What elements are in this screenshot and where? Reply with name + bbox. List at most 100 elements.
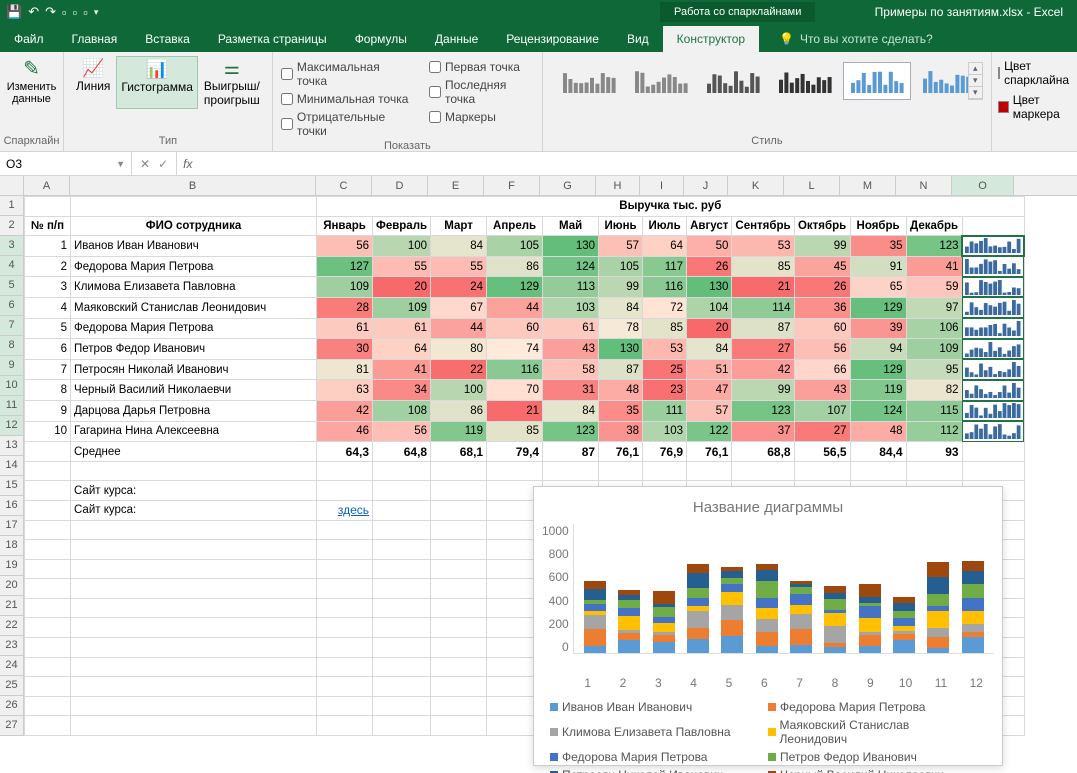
col-header[interactable]: M bbox=[840, 176, 896, 195]
enter-icon[interactable]: ✓ bbox=[158, 157, 168, 171]
tab-файл[interactable]: Файл bbox=[0, 26, 58, 52]
cell[interactable]: 48 bbox=[850, 421, 906, 442]
edit-data-button[interactable]: ✎ Изменить данные bbox=[7, 56, 57, 105]
cell[interactable] bbox=[317, 716, 373, 736]
style-preset[interactable] bbox=[915, 62, 968, 100]
cell[interactable] bbox=[71, 677, 317, 697]
col-header[interactable]: C bbox=[316, 176, 372, 195]
cell[interactable] bbox=[431, 520, 487, 540]
qat-icon[interactable]: ▫ bbox=[73, 5, 78, 20]
cell[interactable]: 1 bbox=[25, 236, 71, 257]
bar-segment[interactable] bbox=[962, 584, 984, 598]
cell[interactable]: 3 bbox=[25, 277, 71, 298]
cell[interactable]: 129 bbox=[487, 277, 543, 298]
cell[interactable]: 58 bbox=[543, 359, 599, 380]
cell[interactable]: 76,1 bbox=[687, 442, 732, 462]
row-header[interactable]: 9 bbox=[0, 356, 24, 376]
row-header[interactable]: 19 bbox=[0, 556, 24, 576]
checkbox-input[interactable] bbox=[281, 118, 293, 130]
cell[interactable]: 111 bbox=[643, 401, 687, 422]
bar-segment[interactable] bbox=[687, 639, 709, 653]
hyperlink[interactable]: здесь bbox=[338, 503, 369, 517]
bar-segment[interactable] bbox=[893, 603, 915, 612]
bar-segment[interactable] bbox=[824, 599, 846, 610]
cell[interactable]: 8 bbox=[25, 380, 71, 401]
row-header[interactable]: 22 bbox=[0, 616, 24, 636]
cell[interactable] bbox=[71, 716, 317, 736]
cell[interactable]: 27 bbox=[794, 421, 850, 442]
sparkline-cell[interactable] bbox=[962, 401, 1024, 422]
row-header[interactable]: 20 bbox=[0, 576, 24, 596]
cell[interactable]: 45 bbox=[794, 256, 850, 277]
col-header[interactable]: I bbox=[640, 176, 684, 195]
cell[interactable] bbox=[687, 461, 732, 481]
cell[interactable]: 4 bbox=[25, 297, 71, 318]
cell[interactable]: 9 bbox=[25, 401, 71, 422]
bar-segment[interactable] bbox=[721, 620, 743, 636]
cell[interactable]: 64,3 bbox=[317, 442, 373, 462]
cell[interactable]: 108 bbox=[373, 401, 431, 422]
bar-segment[interactable] bbox=[790, 594, 812, 605]
bar-segment[interactable] bbox=[618, 640, 640, 653]
cell[interactable] bbox=[487, 461, 543, 481]
cell[interactable] bbox=[373, 520, 431, 540]
sparkline-cell[interactable] bbox=[962, 297, 1024, 318]
cell[interactable]: 81 bbox=[317, 359, 373, 380]
bar-segment[interactable] bbox=[893, 618, 915, 626]
bar-segment[interactable] bbox=[653, 607, 675, 617]
cell[interactable]: 76,1 bbox=[599, 442, 643, 462]
bar-segment[interactable] bbox=[927, 628, 949, 636]
sparkline-cell[interactable] bbox=[962, 339, 1024, 360]
cell[interactable] bbox=[317, 461, 373, 481]
cell[interactable]: Иванов Иван Иванович bbox=[71, 236, 317, 257]
cell[interactable]: 35 bbox=[599, 401, 643, 422]
row-header[interactable]: 1 bbox=[0, 196, 24, 216]
bar-segment[interactable] bbox=[893, 611, 915, 618]
cell[interactable] bbox=[431, 638, 487, 658]
row-header[interactable]: 12 bbox=[0, 416, 24, 436]
sparkline-cell[interactable] bbox=[962, 277, 1024, 298]
cell[interactable] bbox=[317, 540, 373, 560]
cell[interactable]: 53 bbox=[732, 236, 794, 257]
bar-segment[interactable] bbox=[790, 587, 812, 594]
cell[interactable]: 99 bbox=[732, 380, 794, 401]
bar-segment[interactable] bbox=[824, 626, 846, 643]
cell[interactable]: 74 bbox=[487, 339, 543, 360]
cell[interactable]: 60 bbox=[794, 318, 850, 339]
cell[interactable]: 100 bbox=[431, 380, 487, 401]
bar-segment[interactable] bbox=[584, 604, 606, 612]
cell[interactable] bbox=[25, 618, 71, 638]
cell[interactable] bbox=[71, 598, 317, 618]
row-header[interactable]: 14 bbox=[0, 456, 24, 476]
cell[interactable] bbox=[543, 461, 599, 481]
formula-input[interactable] bbox=[198, 152, 1077, 175]
cell[interactable] bbox=[25, 657, 71, 677]
sparkline-cell[interactable] bbox=[962, 236, 1024, 257]
bar-segment[interactable] bbox=[618, 608, 640, 616]
style-preset[interactable] bbox=[699, 62, 767, 100]
checkbox-input[interactable] bbox=[429, 61, 441, 73]
cell[interactable]: 130 bbox=[543, 236, 599, 257]
checkbox-right[interactable]: Маркеры bbox=[429, 110, 534, 124]
cell[interactable]: здесь bbox=[317, 500, 373, 520]
qat-icon[interactable]: ▫ bbox=[83, 5, 88, 20]
cell[interactable]: 109 bbox=[373, 297, 431, 318]
cell[interactable] bbox=[25, 500, 71, 520]
col-header[interactable]: O bbox=[952, 176, 1014, 195]
style-gallery[interactable] bbox=[551, 56, 968, 106]
cell[interactable]: 26 bbox=[794, 277, 850, 298]
cell[interactable]: Сайт курса: bbox=[71, 481, 317, 501]
cell[interactable]: 55 bbox=[431, 256, 487, 277]
bar-segment[interactable] bbox=[584, 646, 606, 653]
tab-конструктор[interactable]: Конструктор bbox=[663, 26, 759, 52]
checkbox-right[interactable]: Первая точка bbox=[429, 60, 534, 74]
cell[interactable]: 72 bbox=[643, 297, 687, 318]
legend-item[interactable]: Федорова Мария Петрова bbox=[550, 750, 750, 764]
cell[interactable]: 129 bbox=[850, 359, 906, 380]
tab-вид[interactable]: Вид bbox=[613, 26, 663, 52]
cell[interactable]: 22 bbox=[431, 359, 487, 380]
bar-segment[interactable] bbox=[653, 623, 675, 632]
tab-данные[interactable]: Данные bbox=[421, 26, 492, 52]
gallery-more[interactable]: ▴▾▾ bbox=[968, 62, 983, 100]
cell[interactable]: 109 bbox=[906, 339, 962, 360]
